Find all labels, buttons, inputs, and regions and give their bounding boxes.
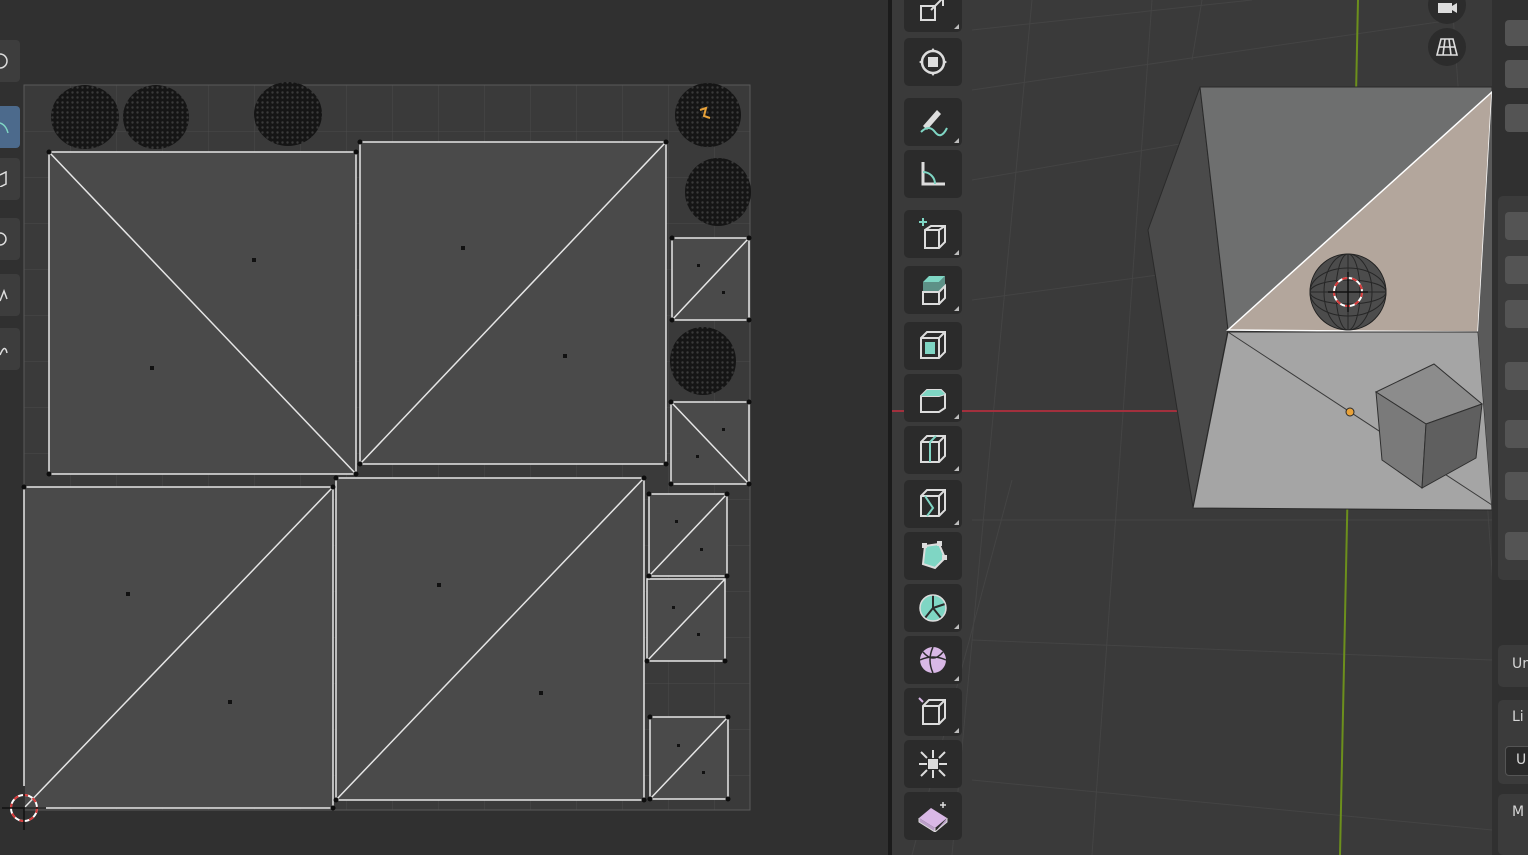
curve-icon[interactable]: [0, 106, 20, 148]
uv-editor[interactable]: [0, 0, 888, 855]
viewport-scene[interactable]: [892, 0, 1528, 855]
panel-label-li: Li: [1512, 709, 1524, 725]
annotate-tool[interactable]: [904, 98, 962, 146]
panel-label-u: U: [1516, 752, 1527, 768]
pinch-icon[interactable]: [0, 328, 20, 370]
smooth-icon: [919, 646, 947, 674]
grab-icon[interactable]: [0, 274, 20, 316]
spin-tool[interactable]: [904, 584, 962, 632]
smooth-tool[interactable]: [904, 636, 962, 684]
transform-icon: [919, 48, 947, 76]
loop-cut-tool[interactable]: [904, 426, 962, 474]
ruler-icon: [921, 162, 945, 186]
extrude-icon: [922, 276, 946, 305]
panel-field-10[interactable]: [1505, 532, 1528, 560]
panel-field-2[interactable]: [1505, 60, 1528, 88]
knife-tool[interactable]: [904, 480, 962, 528]
inset-faces-tool[interactable]: [904, 322, 962, 370]
transform-tool[interactable]: [904, 38, 962, 86]
panel-field-1[interactable]: [1505, 20, 1528, 46]
edge-slide-icon: [918, 697, 946, 725]
annotate-pencil-icon: [920, 110, 948, 137]
loop-cut-icon: [920, 435, 946, 463]
extrude-region-tool[interactable]: [904, 266, 962, 314]
poly-build-icon: [921, 541, 947, 570]
panel-label-ur: Ur: [1512, 656, 1528, 672]
uv-canvas[interactable]: [0, 0, 888, 855]
scale-icon: [920, 0, 944, 21]
panel-field-5[interactable]: [1505, 256, 1528, 284]
panel-field-6[interactable]: [1505, 300, 1528, 328]
shrink-fatten-tool[interactable]: [904, 740, 962, 788]
panel-field-7[interactable]: [1505, 362, 1528, 390]
perspective-toggle-button[interactable]: [1428, 28, 1466, 66]
panel-field-4[interactable]: [1505, 212, 1528, 240]
panel-field-8[interactable]: [1505, 420, 1528, 448]
object-origin[interactable]: [1345, 407, 1355, 417]
shear-icon: [918, 802, 948, 832]
add-cube-tool[interactable]: [904, 210, 962, 258]
shrink-fatten-icon: [919, 750, 947, 778]
add-cube-icon: [919, 218, 946, 249]
panel-field-9[interactable]: [1505, 472, 1528, 500]
3d-viewport[interactable]: Ur Li U M: [892, 0, 1528, 855]
camera-icon: [1438, 3, 1457, 13]
properties-panel: Ur Li U M: [1492, 0, 1528, 855]
bevel-icon: [920, 389, 946, 413]
shear-tool[interactable]: [904, 792, 962, 840]
scale-tool[interactable]: [904, 0, 962, 32]
uv-toolbar: [0, 0, 22, 370]
perspective-grid-icon: [1435, 38, 1459, 56]
measure-tool[interactable]: [904, 150, 962, 198]
edge-slide-tool[interactable]: [904, 688, 962, 736]
inset-icon: [920, 331, 946, 359]
knife-icon: [920, 489, 946, 517]
box-icon[interactable]: [0, 158, 20, 200]
tool-shelf: [900, 0, 964, 855]
half-circle-icon[interactable]: [0, 218, 20, 260]
bevel-tool[interactable]: [904, 374, 962, 422]
panel-field-3[interactable]: [1505, 104, 1528, 132]
spin-icon: [919, 594, 947, 622]
rotate-icon[interactable]: [0, 40, 20, 82]
panel-label-m: M: [1512, 804, 1525, 820]
poly-build-tool[interactable]: [904, 532, 962, 580]
